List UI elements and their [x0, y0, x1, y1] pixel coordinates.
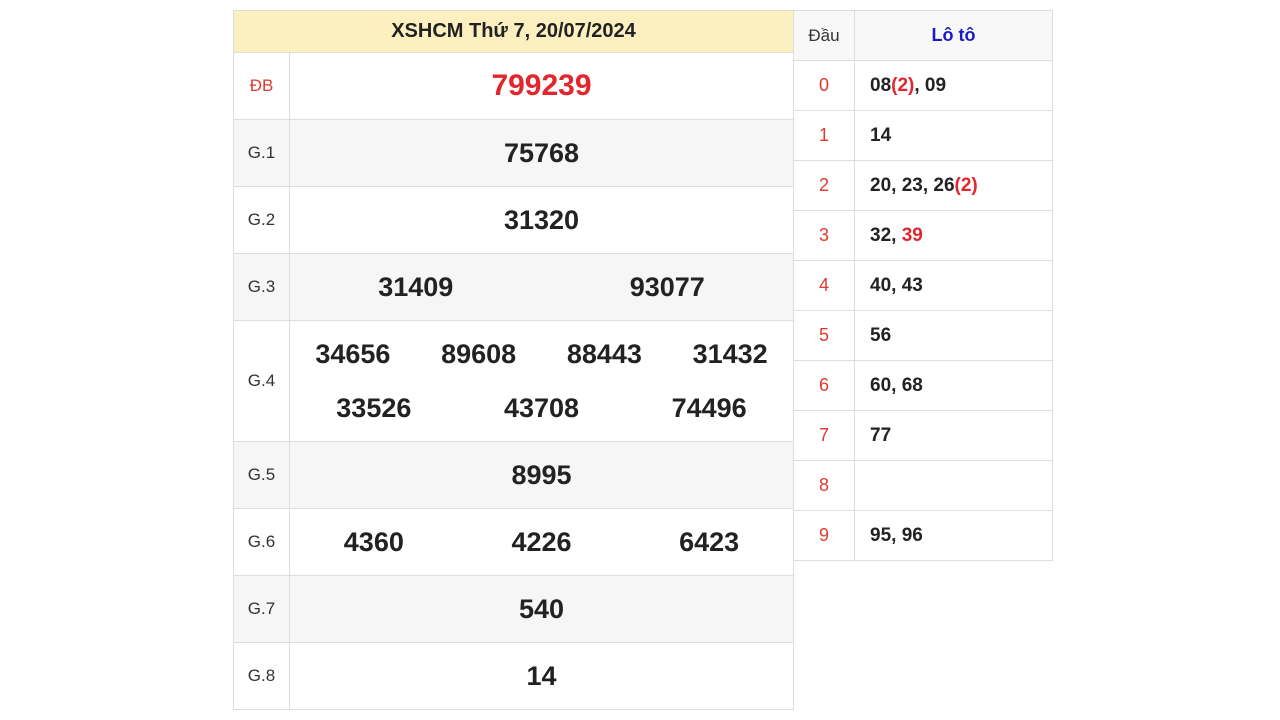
loto-values: 60, 68	[854, 360, 1053, 411]
prize-label: G.5	[233, 441, 290, 509]
loto-highlight: (2)	[891, 74, 915, 96]
loto-header-dau: Đầu	[793, 10, 855, 61]
loto-values: 32, 39	[854, 210, 1053, 261]
prize-number: 31320	[289, 186, 794, 254]
loto-row: 0 08(2), 09	[793, 60, 1053, 111]
loto-row: 5 56	[793, 310, 1053, 361]
prize-number: 6423	[679, 526, 740, 557]
loto-row: 9 95, 96	[793, 510, 1053, 561]
prize-number: 89608	[441, 338, 517, 369]
loto-row: 2 20, 23, 26(2)	[793, 160, 1053, 211]
prize-number: 31432	[692, 338, 768, 369]
prize-number: 74496	[671, 392, 747, 423]
prize-row-db: ĐB 799239	[233, 52, 794, 120]
prize-number: 4226	[511, 526, 572, 557]
loto-values: 77	[854, 410, 1053, 461]
loto-number: 95, 96	[870, 524, 923, 546]
loto-head-digit: 6	[793, 360, 855, 411]
loto-highlight: (2)	[954, 174, 978, 196]
loto-head-digit: 0	[793, 60, 855, 111]
loto-number: 14	[870, 124, 892, 146]
loto-head-digit: 8	[793, 460, 855, 511]
loto-head-digit: 7	[793, 410, 855, 461]
loto-values: 56	[854, 310, 1053, 361]
loto-values: 20, 23, 26(2)	[854, 160, 1053, 211]
prize-row-g2: G.2 31320	[233, 186, 794, 254]
results-title: XSHCM Thứ 7, 20/07/2024	[233, 10, 794, 53]
loto-row: 4 40, 43	[793, 260, 1053, 311]
prize-label: G.3	[233, 253, 290, 321]
loto-row: 7 77	[793, 410, 1053, 461]
loto-number: 32,	[870, 224, 902, 246]
loto-header-loto: Lô tô	[854, 10, 1053, 61]
loto-number: 40, 43	[870, 274, 923, 296]
loto-values: 14	[854, 110, 1053, 161]
loto-head-digit: 3	[793, 210, 855, 261]
prize-row-g4: G.4 34656 89608 88443 31432 33526 43708 …	[233, 320, 794, 442]
prize-number: 43708	[503, 392, 580, 423]
loto-number: 08	[870, 74, 892, 96]
prize-label: G.7	[233, 575, 290, 643]
loto-table: Đầu Lô tô 0 08(2), 09 1 14 2 20, 23, 26(2) 3 32…	[793, 10, 1053, 561]
loto-head-digit: 9	[793, 510, 855, 561]
loto-row: 1 14	[793, 110, 1053, 161]
loto-head-digit: 5	[793, 310, 855, 361]
loto-number: , 09	[914, 74, 947, 96]
prize-number: 34656	[315, 338, 391, 369]
prize-number: 88443	[566, 338, 642, 369]
prize-number: 31409	[378, 271, 454, 302]
prize-row-g5: G.5 8995	[233, 441, 794, 509]
prize-number: 75768	[289, 119, 794, 187]
loto-values: 95, 96	[854, 510, 1053, 561]
prize-row-g3: G.3 31409 93077	[233, 253, 794, 321]
loto-head-digit: 4	[793, 260, 855, 311]
prize-row-g6: G.6 4360 4226 6423	[233, 508, 794, 576]
prize-number: 93077	[629, 271, 705, 302]
loto-values: 40, 43	[854, 260, 1053, 311]
prize-label: G.8	[233, 642, 290, 710]
prize-label: ĐB	[233, 52, 290, 120]
prize-label: G.2	[233, 186, 290, 254]
loto-head-digit: 2	[793, 160, 855, 211]
loto-row: 8	[793, 460, 1053, 511]
special-prize-number: 799239	[289, 52, 794, 120]
prize-number: 8995	[289, 441, 794, 509]
prize-label: G.4	[233, 320, 290, 442]
loto-row: 3 32, 39	[793, 210, 1053, 261]
results-table: XSHCM Thứ 7, 20/07/2024 ĐB 799239 G.1 75…	[233, 10, 794, 710]
loto-number: 20, 23, 26	[870, 174, 955, 196]
prize-number: 540	[289, 575, 794, 643]
loto-values	[854, 460, 1053, 511]
prize-row-g7: G.7 540	[233, 575, 794, 643]
loto-highlight: 39	[901, 224, 923, 246]
loto-number: 56	[870, 324, 892, 346]
prize-number: 4360	[343, 526, 404, 557]
loto-row: 6 60, 68	[793, 360, 1053, 411]
prize-number: 33526	[336, 392, 412, 423]
prize-row-g8: G.8 14	[233, 642, 794, 710]
prize-row-g1: G.1 75768	[233, 119, 794, 187]
prize-number: 14	[289, 642, 794, 710]
prize-label: G.6	[233, 508, 290, 576]
loto-number: 60, 68	[870, 374, 923, 396]
loto-head-digit: 1	[793, 110, 855, 161]
prize-label: G.1	[233, 119, 290, 187]
loto-number: 77	[870, 424, 892, 446]
loto-values: 08(2), 09	[854, 60, 1053, 111]
